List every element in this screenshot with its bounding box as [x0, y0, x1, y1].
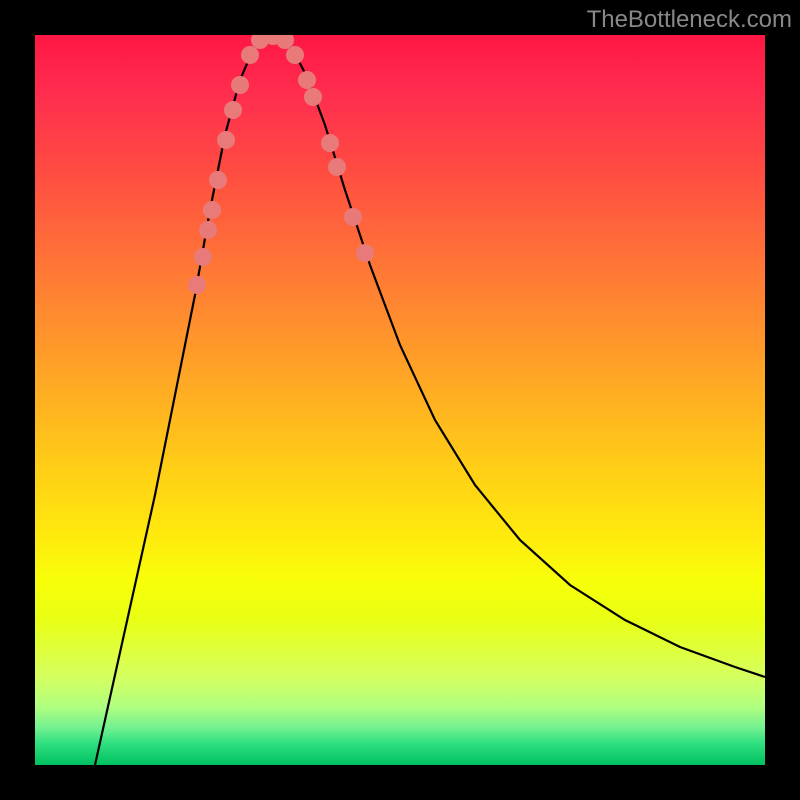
data-dot [217, 131, 235, 149]
data-dot [231, 76, 249, 94]
data-dot [286, 46, 304, 64]
data-dot [188, 276, 206, 294]
data-dot [356, 244, 374, 262]
data-dot [304, 88, 322, 106]
data-dot [194, 248, 212, 266]
chart-svg [35, 35, 765, 765]
data-dot [328, 158, 346, 176]
data-dot [203, 201, 221, 219]
data-dot [224, 101, 242, 119]
watermark-text: TheBottleneck.com [587, 6, 792, 34]
data-dot [321, 134, 339, 152]
bottleneck-curve [95, 37, 765, 765]
data-dot [199, 221, 217, 239]
data-dot [209, 171, 227, 189]
data-dot [298, 71, 316, 89]
data-dot [241, 46, 259, 64]
data-dot [344, 208, 362, 226]
